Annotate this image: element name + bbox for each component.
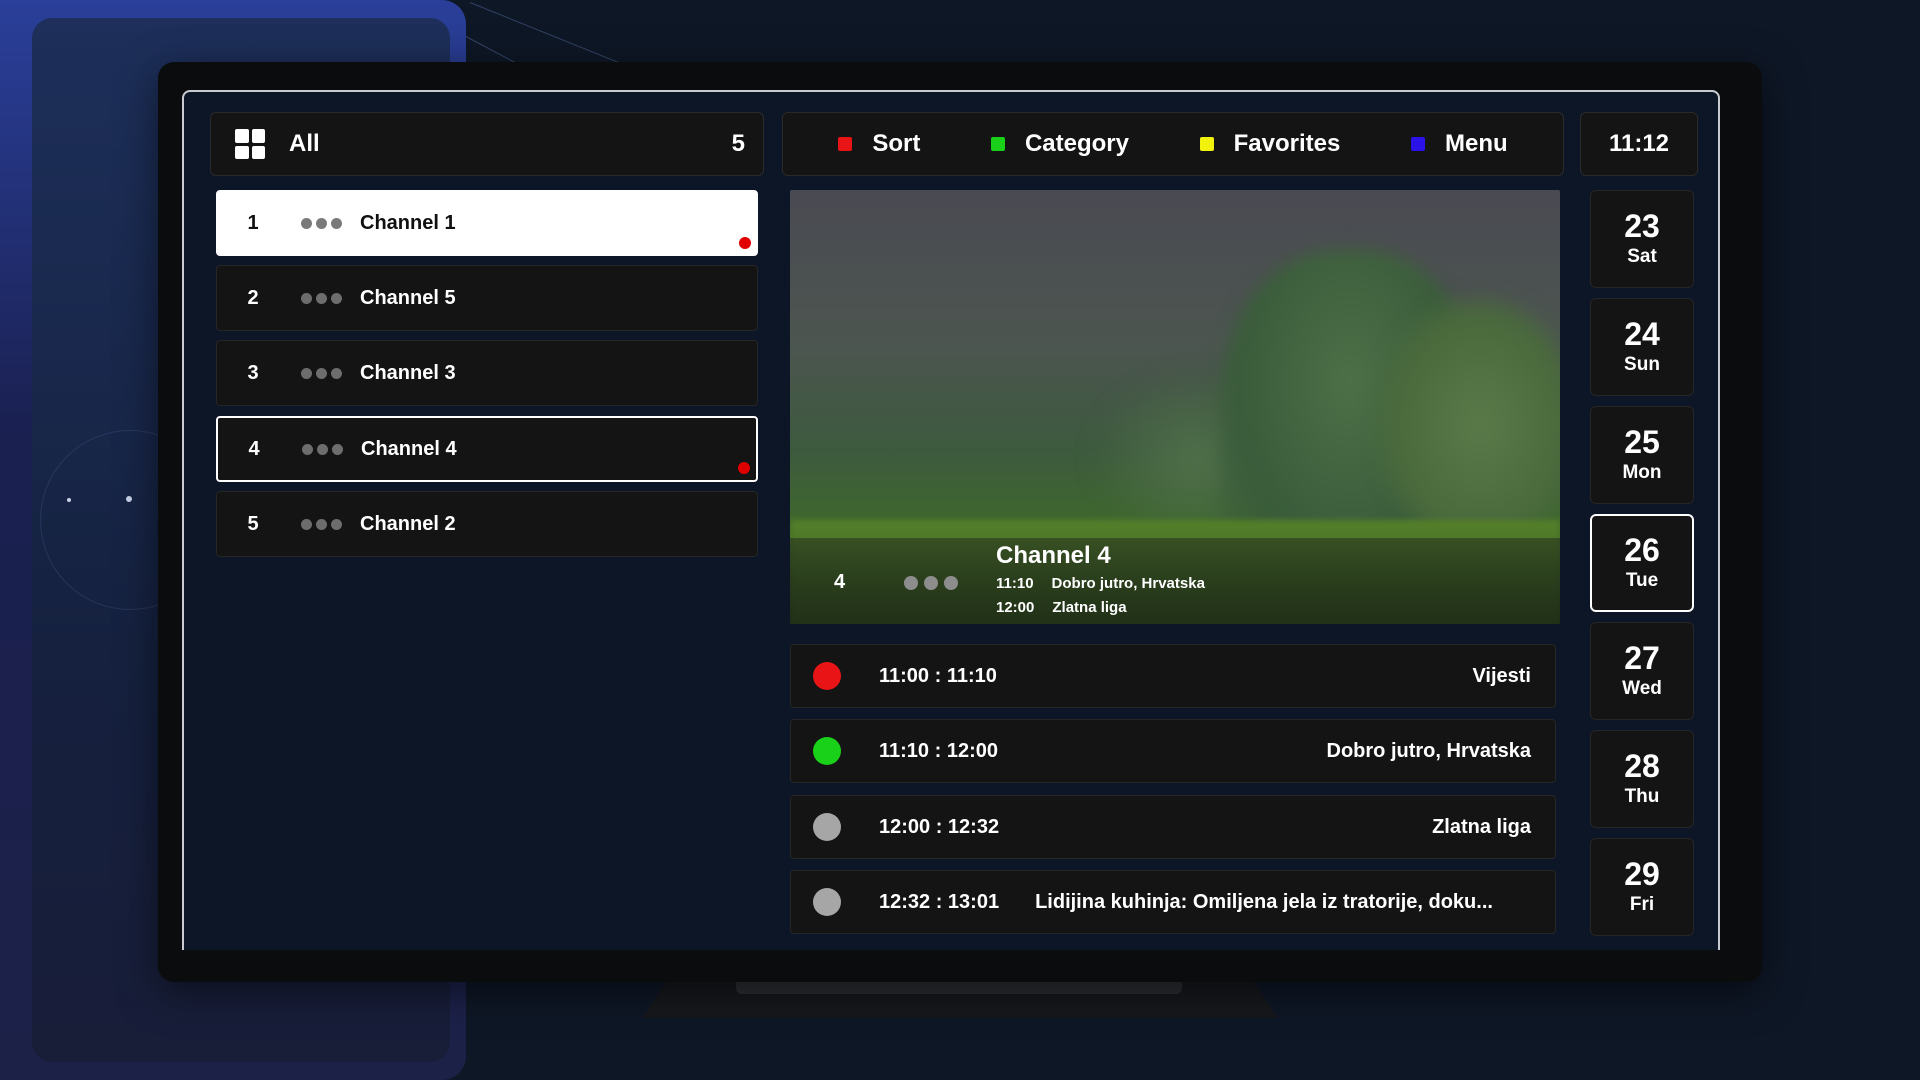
background-line (469, 2, 638, 71)
preview-next-playing: 12:00 Zlatna liga (996, 599, 1127, 616)
channel-number: 1 (247, 211, 259, 234)
preview-now-title: Dobro jutro, Hrvatska (1051, 575, 1205, 592)
status-dot-icon (813, 813, 841, 841)
program-title: Vijesti (1472, 664, 1531, 687)
date-weekday: Thu (1624, 786, 1660, 807)
preview-channel-number: 4 (834, 571, 846, 593)
category-key[interactable]: Category (990, 130, 1129, 158)
channel-number: 4 (248, 437, 260, 460)
date-weekday: Sun (1624, 354, 1660, 375)
recording-indicator-icon (739, 237, 751, 249)
date-button[interactable]: 26 Tue (1590, 514, 1694, 612)
program-time: 11:10 : 12:00 (879, 739, 998, 762)
tv-stand-neck (736, 980, 1182, 994)
channel-number: 2 (247, 286, 259, 309)
date-day: 26 (1624, 532, 1660, 568)
channel-row[interactable]: 3 Channel 3 (216, 340, 758, 406)
preview-next-title: Zlatna liga (1052, 599, 1127, 616)
date-button[interactable]: 23 Sat (1590, 190, 1694, 288)
preview-channel-name: Channel 4 (996, 542, 1111, 569)
clock-time: 11:12 (1608, 130, 1670, 157)
channel-filter-button[interactable]: All 5 (210, 112, 764, 176)
date-weekday: Mon (1622, 462, 1662, 483)
sort-key-label: Sort (872, 130, 921, 157)
channel-number: 3 (247, 361, 259, 384)
green-key-icon (990, 137, 1005, 151)
channel-logo-icon (301, 518, 342, 530)
date-button[interactable]: 25 Mon (1590, 406, 1694, 504)
yellow-key-icon (1199, 137, 1214, 151)
channel-logo-icon (302, 443, 343, 455)
date-weekday: Sat (1627, 246, 1657, 267)
color-key-bar: Sort Category Favorites Menu (782, 112, 1564, 176)
status-dot-icon (813, 888, 841, 916)
background-dot (126, 496, 132, 502)
date-day: 25 (1624, 424, 1660, 460)
blue-key-icon (1410, 137, 1425, 151)
channel-count: 5 (731, 130, 745, 157)
date-day: 23 (1624, 208, 1660, 244)
channel-name: Channel 2 (360, 512, 456, 535)
channel-name: Channel 1 (360, 211, 456, 234)
channel-row[interactable]: 5 Channel 2 (216, 491, 758, 557)
program-row[interactable]: 11:00 : 11:10 Vijesti (790, 644, 1556, 708)
date-day: 28 (1624, 748, 1660, 784)
preview-next-time: 12:00 (996, 599, 1035, 616)
clock: 11:12 (1580, 112, 1698, 176)
filter-label: All (289, 130, 320, 157)
category-key-label: Category (1024, 130, 1129, 157)
date-day: 27 (1624, 640, 1660, 676)
red-key-icon (838, 137, 853, 151)
program-row[interactable]: 11:10 : 12:00 Dobro jutro, Hrvatska (790, 719, 1556, 783)
date-day: 24 (1624, 316, 1660, 352)
program-row[interactable]: 12:00 : 12:32 Zlatna liga (790, 795, 1556, 859)
program-title: Lidijina kuhinja: Omiljena jela iz trato… (1035, 890, 1493, 913)
date-button[interactable]: 27 Wed (1590, 622, 1694, 720)
channel-row[interactable]: 2 Channel 5 (216, 265, 758, 331)
program-row[interactable]: 12:32 : 13:01 Lidijina kuhinja: Omiljena… (790, 870, 1556, 934)
channel-logo-icon (904, 576, 958, 590)
channel-number: 5 (247, 512, 259, 535)
status-dot-icon (813, 737, 841, 765)
recording-indicator-icon (738, 462, 750, 474)
channel-logo-icon (301, 217, 342, 229)
preview-now-playing: 11:10 Dobro jutro, Hrvatska (996, 575, 1205, 592)
channel-name: Channel 3 (360, 361, 456, 384)
date-button[interactable]: 24 Sun (1590, 298, 1694, 396)
date-weekday: Fri (1629, 894, 1655, 915)
date-weekday: Wed (1622, 678, 1662, 699)
channel-name: Channel 5 (360, 286, 456, 309)
grid-icon (235, 129, 265, 159)
channel-row[interactable]: 1 Channel 1 (216, 190, 758, 256)
status-dot-icon (813, 662, 841, 690)
channel-name: Channel 4 (361, 437, 457, 460)
program-time: 12:00 : 12:32 (879, 815, 1000, 838)
favorites-key[interactable]: Favorites (1199, 130, 1341, 158)
date-weekday: Tue (1625, 570, 1659, 591)
channel-logo-icon (301, 367, 342, 379)
date-button[interactable]: 28 Thu (1590, 730, 1694, 828)
channel-preview[interactable]: 4 Channel 4 11:10 Dobro jutro, Hrvatska … (790, 190, 1560, 624)
menu-key-label: Menu (1444, 130, 1508, 157)
menu-key[interactable]: Menu (1410, 130, 1508, 158)
preview-now-time: 11:10 (996, 575, 1034, 592)
sort-key[interactable]: Sort (838, 130, 920, 158)
program-title: Dobro jutro, Hrvatska (1326, 739, 1531, 762)
tv-screen: All 5 Sort Category Favorites Menu 11:12… (182, 90, 1720, 950)
date-day: 29 (1624, 856, 1660, 892)
program-time: 12:32 : 13:01 (879, 890, 1000, 913)
date-button[interactable]: 29 Fri (1590, 838, 1694, 936)
background-dot (67, 498, 71, 502)
channel-row[interactable]: 4 Channel 4 (216, 416, 758, 482)
channel-logo-icon (301, 292, 342, 304)
program-time: 11:00 : 11:10 (879, 664, 997, 687)
favorites-key-label: Favorites (1233, 130, 1341, 157)
program-title: Zlatna liga (1432, 815, 1531, 838)
